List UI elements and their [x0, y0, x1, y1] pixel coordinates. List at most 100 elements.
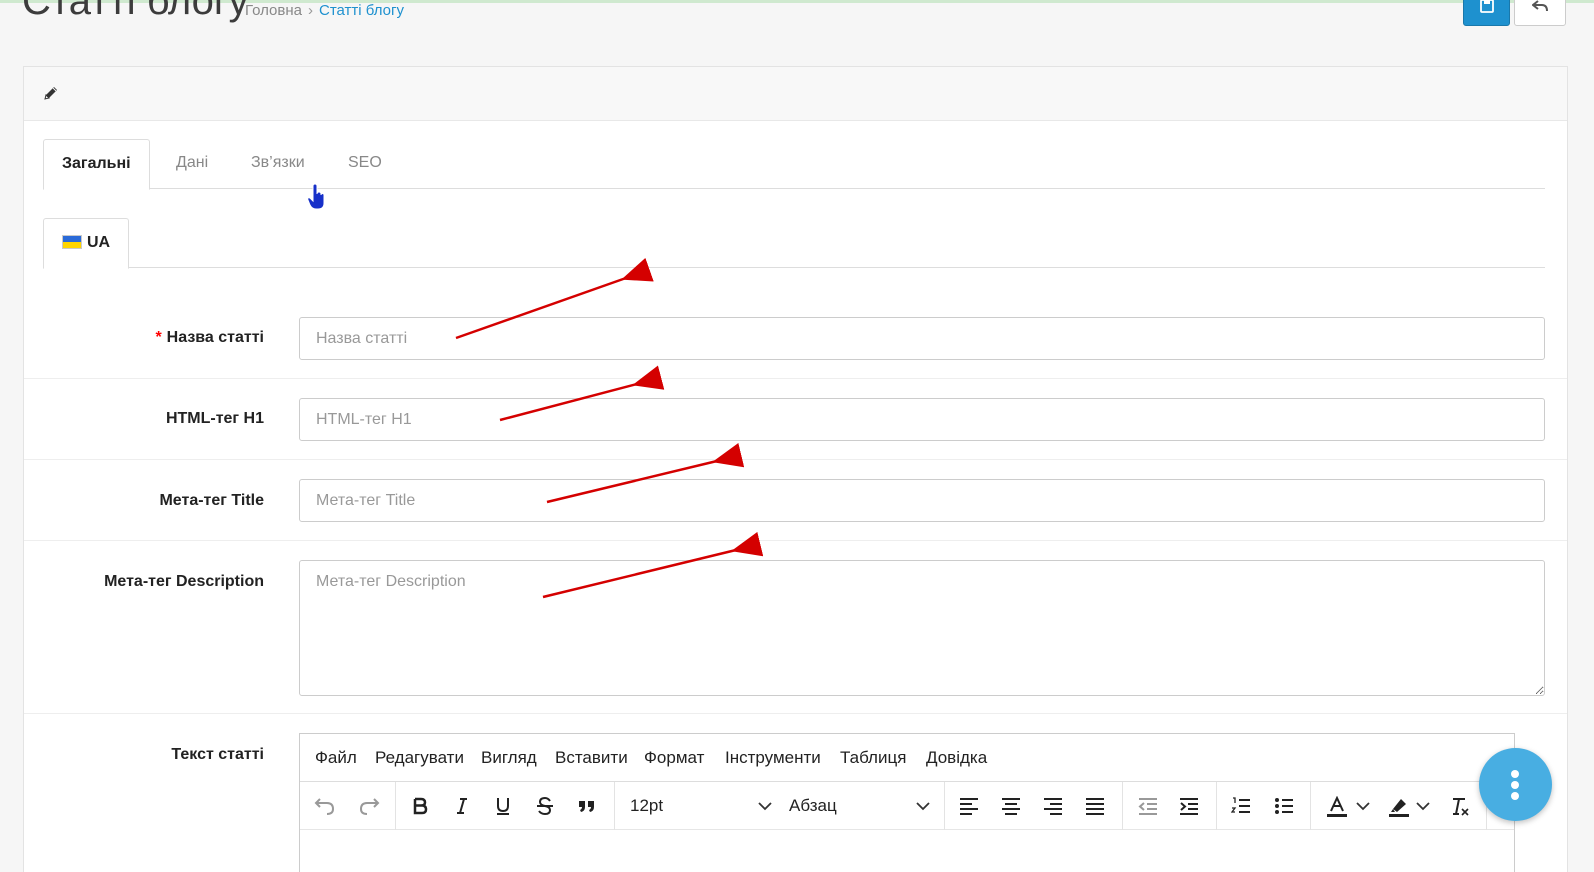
bold-icon [413, 797, 428, 815]
menu-view[interactable]: Вигляд [481, 748, 537, 768]
breadcrumb: Головна › Статті блогу [245, 2, 404, 19]
back-button[interactable] [1514, 0, 1566, 26]
italic-icon [457, 798, 467, 814]
quote-icon [579, 801, 594, 812]
h1-label: HTML-тег H1 [165, 410, 264, 427]
bold-button[interactable] [406, 792, 434, 820]
align-left-button[interactable] [955, 792, 983, 820]
breadcrumb-current[interactable]: Статті блогу [319, 2, 404, 19]
title-label: * Назва статті [155, 329, 264, 346]
toolbar-separator [1216, 782, 1217, 830]
page-header: Статті блогу Головна › Статті блогу [0, 0, 1594, 46]
strikethrough-button[interactable] [531, 792, 559, 820]
meta-description-label: Мета-тег Description [104, 573, 264, 590]
menu-edit[interactable]: Редагувати [375, 748, 464, 768]
underline-icon [497, 798, 509, 815]
menu-table[interactable]: Таблиця [840, 748, 906, 768]
ukraine-flag-icon [62, 235, 82, 249]
text-color-dropdown[interactable] [1354, 792, 1370, 820]
more-vertical-icon [1511, 770, 1519, 778]
article-text-label: Текст статті [171, 746, 264, 763]
outdent-button[interactable] [1134, 792, 1162, 820]
align-center-icon [1002, 798, 1020, 815]
editor-toolbar: 12pt Абзац [300, 782, 1514, 830]
redo-icon [359, 798, 380, 815]
row-divider [24, 459, 1567, 460]
font-size-value: 12pt [630, 796, 664, 815]
numbered-list-button[interactable] [1227, 792, 1255, 820]
html-h1-input[interactable] [299, 398, 1545, 441]
align-left-icon [960, 798, 978, 815]
italic-button[interactable] [448, 792, 476, 820]
block-format-value: Абзац [789, 796, 837, 815]
reply-icon [1532, 0, 1548, 12]
rich-text-editor: Файл Редагувати Вигляд Вставити Формат І… [299, 733, 1515, 872]
highlight-color-button[interactable] [1384, 792, 1412, 820]
clear-formatting-button[interactable] [1445, 792, 1473, 820]
align-justify-icon [1086, 798, 1104, 815]
indent-icon [1180, 798, 1198, 815]
row-divider [24, 540, 1567, 541]
block-format-select[interactable]: Абзац [789, 792, 934, 820]
hand-cursor-icon [307, 184, 325, 210]
menu-tools[interactable]: Інструменти [725, 748, 821, 768]
chevron-down-icon [1356, 802, 1370, 811]
blockquote-button[interactable] [573, 792, 601, 820]
numbered-list-icon [1231, 797, 1250, 813]
save-button[interactable] [1463, 0, 1510, 26]
font-size-select[interactable]: 12pt [630, 792, 775, 820]
align-right-icon [1044, 798, 1062, 815]
more-actions-button[interactable] [1479, 748, 1552, 821]
save-icon [1480, 0, 1494, 13]
menu-help[interactable]: Довідка [926, 748, 987, 768]
toolbar-separator [944, 782, 945, 830]
chevron-down-icon [916, 802, 930, 811]
clear-formatting-icon [1453, 798, 1469, 816]
toolbar-separator [395, 782, 396, 830]
row-divider [24, 713, 1567, 714]
tab-seo[interactable]: SEO [330, 139, 400, 189]
article-title-input[interactable] [299, 317, 1545, 360]
editor-menubar: Файл Редагувати Вигляд Вставити Формат І… [300, 734, 1514, 782]
toolbar-separator [1122, 782, 1123, 830]
tab-links[interactable]: Зв’язки [233, 139, 323, 189]
highlighter-icon [1389, 799, 1409, 817]
chevron-down-icon [758, 802, 772, 811]
meta-title-label: Мета-тег Title [159, 492, 264, 509]
bullet-list-button[interactable] [1270, 792, 1298, 820]
toolbar-separator [614, 782, 615, 830]
required-mark: * [155, 329, 162, 346]
align-right-button[interactable] [1039, 792, 1067, 820]
outdent-icon [1138, 798, 1157, 815]
bullet-list-icon [1275, 798, 1293, 814]
redo-button[interactable] [354, 792, 382, 820]
menu-insert[interactable]: Вставити [555, 748, 628, 768]
tab-language-ua[interactable]: UA [43, 218, 129, 269]
language-label: UA [87, 234, 111, 251]
panel-heading [24, 67, 1567, 121]
more-vertical-icon-dot [1511, 781, 1519, 789]
breadcrumb-separator: › [308, 2, 313, 19]
underline-button[interactable] [489, 792, 517, 820]
more-vertical-icon-dot [1511, 792, 1519, 800]
indent-button[interactable] [1175, 792, 1203, 820]
menu-file[interactable]: Файл [315, 748, 357, 768]
tab-data[interactable]: Дані [158, 139, 226, 189]
text-color-icon [1327, 796, 1347, 817]
page-title: Статті блогу [22, 0, 249, 23]
align-center-button[interactable] [997, 792, 1025, 820]
menu-format[interactable]: Формат [644, 748, 704, 768]
toolbar-separator [1310, 782, 1311, 830]
meta-title-input[interactable] [299, 479, 1545, 522]
chevron-down-icon [1416, 802, 1430, 811]
highlight-color-dropdown[interactable] [1414, 792, 1430, 820]
undo-button[interactable] [310, 792, 338, 820]
breadcrumb-home[interactable]: Головна [245, 2, 302, 19]
meta-description-textarea[interactable] [299, 560, 1545, 696]
text-color-button[interactable] [1322, 792, 1350, 820]
undo-icon [314, 798, 335, 815]
tab-general[interactable]: Загальні [43, 139, 150, 190]
form-panel: Загальні Дані Зв’язки SEO UA * Назва стат… [23, 66, 1568, 872]
align-justify-button[interactable] [1081, 792, 1109, 820]
row-divider [24, 378, 1567, 379]
